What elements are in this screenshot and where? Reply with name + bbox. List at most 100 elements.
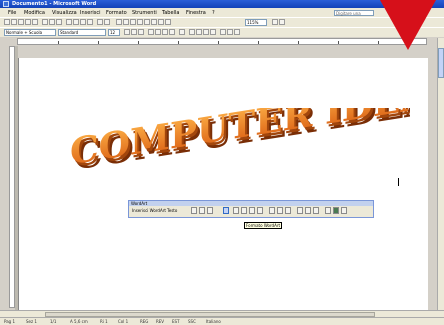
line-color-icon[interactable]	[277, 207, 283, 214]
menu-visualizza[interactable]: Visualizza	[52, 10, 77, 16]
line-style-icon[interactable]	[297, 207, 303, 214]
tooltip: Formato WordArt	[244, 222, 282, 229]
insert-table-icon[interactable]	[130, 19, 136, 25]
bullets-icon[interactable]	[196, 29, 202, 35]
style-select[interactable]: Normale + Scuola	[4, 29, 56, 36]
menu-file[interactable]: File	[8, 10, 16, 16]
status-trk[interactable]: REV	[156, 319, 164, 324]
copy-icon[interactable]	[73, 19, 79, 25]
font-color-wa-icon[interactable]	[285, 207, 291, 214]
alignment-icon[interactable]	[249, 207, 255, 214]
menu-strumenti[interactable]: Strumenti	[132, 10, 157, 16]
document-page[interactable]	[18, 58, 430, 310]
vertical-scroll-thumb[interactable]	[438, 48, 444, 78]
help-icon[interactable]	[272, 19, 278, 25]
document-map-icon[interactable]	[158, 19, 164, 25]
wordart-toolbar: WordArt Inserisci WordArt Testo	[128, 200, 374, 218]
align-right-icon[interactable]	[162, 29, 168, 35]
3d-style-icon[interactable]	[333, 207, 339, 214]
status-page: Pag 1	[4, 319, 16, 324]
preview-icon[interactable]	[49, 19, 55, 25]
status-section: Sez 1	[26, 319, 37, 324]
wordart-text: COMPUTER IDEA	[70, 108, 410, 173]
word-app-icon	[3, 1, 9, 7]
window-title: Documento1 - Microsoft Word	[12, 1, 97, 7]
save-icon[interactable]	[18, 19, 24, 25]
status-bar: Pag 1 Sez 1 1/1 A 5,6 cm Ri 1 Col 1 REG …	[0, 317, 444, 325]
show-hide-icon[interactable]	[165, 19, 171, 25]
font-size-select[interactable]: 12	[108, 29, 120, 36]
spelling-icon[interactable]	[56, 19, 62, 25]
red-down-arrow-icon	[380, 0, 436, 50]
text-wrapping-icon[interactable]	[223, 207, 229, 214]
zoom-select[interactable]: 115%	[245, 19, 267, 26]
read-icon[interactable]	[279, 19, 285, 25]
columns-icon[interactable]	[144, 19, 150, 25]
horizontal-ruler[interactable]	[17, 38, 427, 45]
status-language: Italiano	[206, 319, 221, 324]
decrease-indent-icon[interactable]	[203, 29, 209, 35]
align-left-icon[interactable]	[148, 29, 154, 35]
vertical-scrollbar[interactable]	[437, 38, 444, 310]
cut-icon[interactable]	[66, 19, 72, 25]
menu-help[interactable]: ?	[212, 10, 215, 16]
same-height-icon[interactable]	[233, 207, 239, 214]
status-rec[interactable]: REG	[140, 319, 148, 324]
hyperlink-icon[interactable]	[116, 19, 122, 25]
insert-wordart-button[interactable]: Inserisci WordArt	[132, 208, 166, 213]
italic-icon[interactable]	[131, 29, 137, 35]
undo-icon[interactable]	[97, 19, 103, 25]
status-column: Col 1	[118, 319, 129, 324]
font-select[interactable]: Standard	[58, 29, 106, 36]
underline-icon[interactable]	[138, 29, 144, 35]
menu-formato[interactable]: Formato	[106, 10, 127, 16]
increase-indent-icon[interactable]	[210, 29, 216, 35]
shadow-icon[interactable]	[325, 207, 331, 214]
more-options-icon[interactable]	[341, 207, 347, 214]
wordart-graphic: COMPUTER IDEA COMPUTER IDEA COMPUTER IDE…	[70, 108, 410, 178]
wordart-object[interactable]: COMPUTER IDEA COMPUTER IDEA COMPUTER IDE…	[60, 108, 410, 178]
status-line: Ri 1	[100, 319, 108, 324]
text-cursor	[398, 178, 399, 186]
justify-icon[interactable]	[169, 29, 175, 35]
menu-inserisci[interactable]: Inserisci	[80, 10, 101, 16]
dash-style-icon[interactable]	[305, 207, 311, 214]
wordart-shape-icon[interactable]	[207, 207, 213, 214]
horizontal-scrollbar[interactable]	[0, 310, 444, 317]
menu-modifica[interactable]: Modifica	[24, 10, 45, 16]
tables-icon[interactable]	[123, 19, 129, 25]
open-icon[interactable]	[11, 19, 17, 25]
align-center-icon[interactable]	[155, 29, 161, 35]
format-wordart-icon[interactable]	[199, 207, 205, 214]
edit-text-button[interactable]: Testo	[167, 208, 177, 213]
menu-tabella[interactable]: Tabella	[162, 10, 179, 16]
highlight-icon[interactable]	[227, 29, 233, 35]
wordart-gallery-icon[interactable]	[191, 207, 197, 214]
arrow-style-icon[interactable]	[313, 207, 319, 214]
border-icon[interactable]	[220, 29, 226, 35]
excel-icon[interactable]	[137, 19, 143, 25]
bold-icon[interactable]	[124, 29, 130, 35]
new-icon[interactable]	[4, 19, 10, 25]
font-color-icon[interactable]	[234, 29, 240, 35]
spacing-icon[interactable]	[257, 207, 263, 214]
paste-icon[interactable]	[80, 19, 86, 25]
page-margin-area	[428, 46, 437, 310]
format-painter-icon[interactable]	[87, 19, 93, 25]
status-position: A 5,6 cm	[70, 319, 88, 324]
wordart-toolbar-title: WordArt	[129, 201, 373, 206]
menu-finestra[interactable]: Finestra	[186, 10, 206, 16]
redo-icon[interactable]	[104, 19, 110, 25]
email-icon[interactable]	[32, 19, 38, 25]
line-spacing-icon[interactable]	[179, 29, 185, 35]
status-ext[interactable]: EST	[172, 319, 180, 324]
help-search-input[interactable]: Digitare una domanda	[334, 10, 374, 22]
status-pages: 1/1	[50, 319, 57, 324]
fill-color-icon[interactable]	[269, 207, 275, 214]
drawing-icon[interactable]	[151, 19, 157, 25]
vertical-text-icon[interactable]	[241, 207, 247, 214]
numbering-icon[interactable]	[189, 29, 195, 35]
status-ovr[interactable]: SSC	[188, 319, 196, 324]
permission-icon[interactable]	[25, 19, 31, 25]
print-icon[interactable]	[42, 19, 48, 25]
